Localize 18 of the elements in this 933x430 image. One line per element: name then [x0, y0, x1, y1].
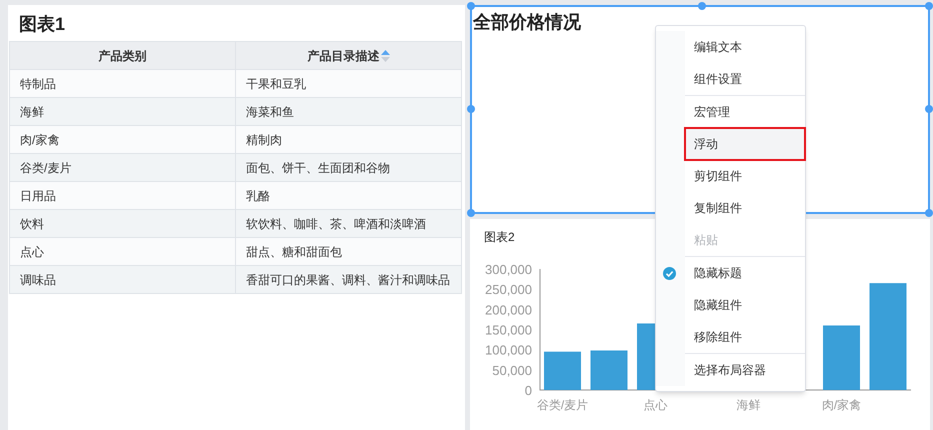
axis-tick-label: 0: [524, 383, 532, 398]
axis-tick-label: 300,000: [485, 262, 532, 277]
axis-tick-label: 200,000: [485, 302, 532, 318]
axis-tick-label: 250,000: [485, 282, 532, 298]
table-cell: 调味品: [10, 266, 236, 294]
axis-tick-label: 150,000: [485, 322, 532, 338]
axis-category-label: 海鲜: [736, 398, 760, 412]
axis-tick-label: 100,000: [485, 342, 532, 358]
panel-title: 图表1: [18, 13, 66, 36]
axis-category-label: 肉/家禽: [822, 398, 862, 412]
panel-title: 全部价格情况: [472, 11, 581, 34]
menu-item: 粘贴: [693, 232, 719, 249]
column-header: 产品类别: [98, 48, 146, 64]
axis-tick-label: 50,000: [492, 362, 532, 378]
chart-title: 图表2: [484, 229, 515, 246]
table-cell: 香甜可口的果酱、调料、酱汁和调味品: [236, 266, 462, 294]
axis-category-label: 点心: [644, 398, 668, 412]
axis-category-label: 谷类/麦片: [536, 398, 588, 412]
